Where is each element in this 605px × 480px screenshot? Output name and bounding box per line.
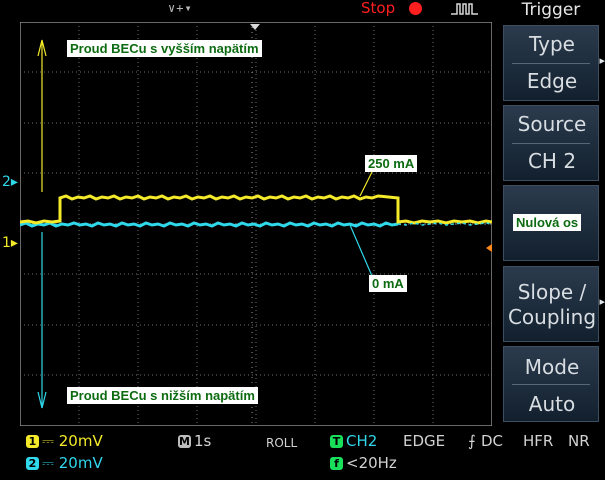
trigger-source-button[interactable]: Source CH 2 (503, 105, 599, 181)
divider (512, 63, 590, 64)
trigger-source-readout[interactable]: T CH2 (330, 431, 377, 451)
trigger-mode-button[interactable]: Mode Auto (503, 346, 599, 422)
trigger-menu: Trigger Type Edge ▸ Source CH 2 Slope / … (497, 0, 605, 480)
horizontal-badge-icon: M (178, 435, 191, 448)
ch2-scale-readout[interactable]: 2 ⎓ 20mV (26, 453, 103, 473)
ch2-coupling-icon: ⎓ (42, 454, 54, 472)
trigger-source-label: Source (517, 112, 587, 136)
annotation-lower-voltage: Proud BECu s nižším napätím (67, 387, 258, 404)
ch1-scale: 20mV (58, 432, 103, 450)
stop-indicator-icon (409, 2, 422, 15)
frequency-readout: f <20Hz (330, 453, 397, 473)
trigger-source: CH2 (346, 432, 378, 450)
ch1-scale-readout[interactable]: 1 ⎓ 20mV (26, 431, 103, 451)
ch1-offset-marker[interactable]: 1▸ (2, 236, 18, 250)
slope-label: Slope / (517, 280, 587, 304)
trigger-type-readout: EDGE (403, 432, 446, 450)
ch1-badge-icon: 1 (26, 435, 39, 448)
divider (512, 143, 590, 144)
ch2-badge-icon: 2 (26, 457, 39, 470)
trigger-edge-pulse-icon (451, 3, 478, 15)
timebase-arrows: ∨+▾ (168, 1, 193, 15)
waveform-graticule (19, 21, 516, 427)
trigger-type-button[interactable]: Type Edge ▸ (503, 25, 605, 101)
ch1-coupling-icon: ⎓ (42, 432, 54, 450)
trigger-mode-value: Auto (528, 392, 576, 416)
trigger-type-label: Type (529, 32, 575, 56)
annotation-higher-voltage: Proud BECu s vyšším napätím (67, 40, 262, 57)
submenu-arrow-icon: ▸ (599, 295, 605, 308)
horizontal-scale-readout[interactable]: M 1s (178, 431, 211, 451)
trigger-source-value: CH 2 (527, 149, 577, 173)
frequency-badge-icon: f (330, 457, 343, 470)
ch2-offset-marker[interactable]: 2▸ (2, 175, 18, 189)
frequency-value: <20Hz (346, 454, 397, 472)
bottom-status-bar: 1 ⎓ 20mV 2 ⎓ 20mV M 1s ROLL T CH2 EDGE ⨍ DC … (0, 428, 605, 480)
trigger-noise-reject: NR (568, 432, 590, 450)
roll-mode-label: ROLL (266, 436, 298, 450)
slope-coupling-button[interactable]: Slope / Coupling ▸ (503, 266, 605, 342)
trigger-coupling-readout: DC (481, 432, 504, 450)
divider (512, 384, 590, 385)
annotation-0ma: 0 mA (369, 275, 407, 292)
trigger-hf-reject: HFR (523, 432, 554, 450)
trigger-slope-icon: ⨍ (468, 432, 476, 450)
ch2-scale: 20mV (58, 454, 103, 472)
waveform-display[interactable] (19, 21, 516, 427)
coupling-label: Coupling (507, 305, 597, 329)
trigger-type-value: Edge (526, 69, 578, 93)
annotation-250ma: 250 mA (365, 155, 418, 172)
trigger-mode-label: Mode (524, 355, 580, 379)
annotation-zero-axis: Nulová os (513, 214, 582, 231)
run-state-label[interactable]: Stop (361, 0, 395, 17)
trigger-menu-title: Trigger (521, 0, 581, 20)
horizontal-scale: 1s (194, 432, 212, 450)
submenu-arrow-icon: ▸ (599, 54, 605, 67)
trigger-badge-icon: T (330, 435, 343, 448)
status-bar: ∨+▾ Stop (0, 0, 500, 20)
